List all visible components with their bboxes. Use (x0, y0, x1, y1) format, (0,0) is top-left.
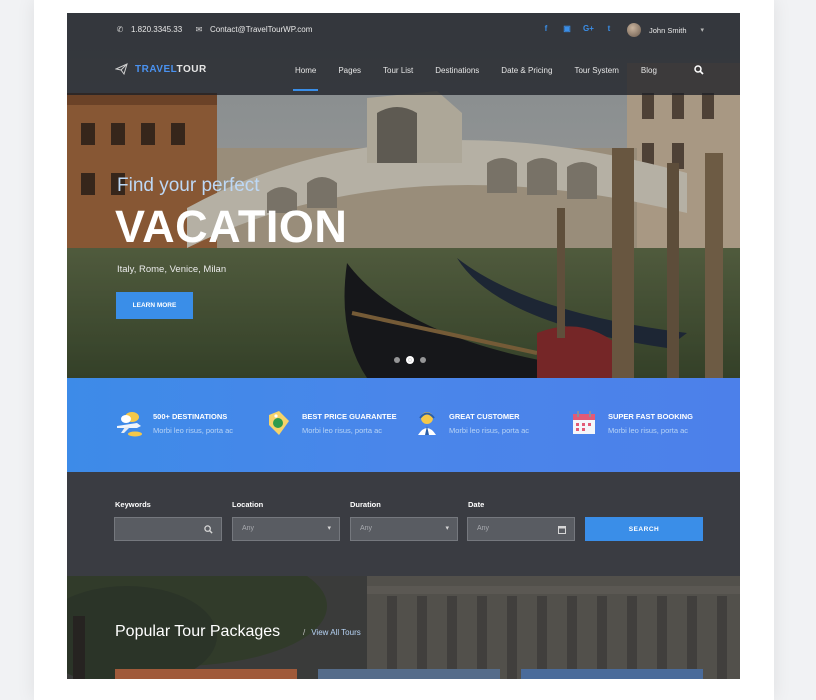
hero-tagline: Find your perfect (117, 175, 260, 196)
user-menu[interactable]: John Smith ▾ (627, 23, 704, 37)
view-all-tours-text[interactable]: View All Tours (311, 628, 361, 637)
hero-headline: VACATION (115, 201, 348, 252)
phone-icon: ✆ (116, 25, 124, 34)
feature-title: BEST PRICE GUARANTEE (302, 412, 397, 421)
calendar-icon (573, 411, 595, 434)
nav-item-tour-system[interactable]: Tour System (574, 66, 618, 75)
slide-dot[interactable] (420, 357, 426, 363)
hero-subtitle: Italy, Rome, Venice, Milan (117, 264, 227, 275)
phone-number: 1.820.3345.33 (131, 25, 183, 34)
feature-title: 500+ DESTINATIONS (153, 412, 228, 421)
nav-item-blog[interactable]: Blog (641, 66, 657, 75)
twitter-icon[interactable]: t (604, 24, 614, 33)
phone-info: ✆ 1.820.3345.33 (115, 25, 183, 34)
slider-pagination (394, 356, 426, 364)
date-label: Date (468, 500, 485, 509)
date-placeholder: Any (477, 525, 490, 532)
nav-item-tour-list[interactable]: Tour List (383, 66, 413, 75)
duration-value: Any (360, 525, 373, 532)
tour-search-form: Keywords Location Any ▾ Duration Any ▾ D… (67, 472, 740, 576)
slide-dot-active[interactable] (406, 356, 414, 364)
feature-subtitle: Morbi leo risus, porta ac (302, 426, 383, 435)
header: ✆ 1.820.3345.33 ✉ Contact@TravelTourWP.c… (67, 13, 740, 95)
nav-item-home[interactable]: Home (292, 66, 319, 91)
search-icon[interactable] (694, 65, 704, 75)
popular-tours-section: Popular Tour Packages / View All Tours (67, 576, 740, 679)
date-input[interactable]: Any (467, 517, 575, 541)
facebook-icon[interactable]: f (541, 24, 551, 33)
location-label: Location (232, 500, 264, 509)
paper-plane-icon (115, 63, 128, 75)
customer-support-icon (418, 412, 436, 435)
feature-subtitle: Morbi leo risus, porta ac (153, 426, 234, 435)
feature-subtitle: Morbi leo risus, porta ac (608, 426, 689, 435)
search-icon (204, 525, 213, 534)
user-name[interactable]: John Smith (649, 26, 687, 35)
email-info[interactable]: ✉ Contact@TravelTourWP.com (194, 25, 313, 34)
keywords-input[interactable] (114, 517, 222, 541)
location-select[interactable]: Any ▾ (232, 517, 340, 541)
hero-slider: ✆ 1.820.3345.33 ✉ Contact@TravelTourWP.c… (67, 13, 740, 378)
learn-more-button[interactable]: LEARN MORE (116, 292, 193, 319)
avatar (627, 23, 641, 37)
envelope-icon: ✉ (195, 25, 203, 34)
airplane-clouds-icon (117, 412, 142, 437)
nav-item-pages[interactable]: Pages (338, 66, 361, 75)
logo-text-travel: TRAVEL (135, 63, 177, 75)
feature-subtitle: Morbi leo risus, porta ac (449, 426, 530, 435)
search-button[interactable]: SEARCH (585, 517, 703, 541)
feature-title: GREAT CUSTOMER (449, 412, 520, 421)
flickr-icon[interactable]: ▣ (562, 24, 572, 33)
feature-title: SUPER FAST BOOKING (608, 412, 694, 421)
slide-dot[interactable] (394, 357, 400, 363)
website: ✆ 1.820.3345.33 ✉ Contact@TravelTourWP.c… (67, 13, 740, 679)
google-plus-icon[interactable]: G+ (583, 24, 594, 33)
main-nav: Home Pages Tour List Destinations Date &… (292, 66, 679, 91)
tour-card[interactable] (521, 669, 703, 679)
section-title: Popular Tour Packages (115, 623, 281, 640)
chevron-down-icon: ▾ (327, 525, 331, 532)
site-logo[interactable]: TRAVELTOUR (115, 63, 207, 75)
features-bar: 500+ DESTINATIONS Morbi leo risus, porta… (67, 378, 740, 472)
logo-text-tour: TOUR (176, 63, 207, 75)
location-value: Any (242, 525, 255, 532)
duration-select[interactable]: Any ▾ (350, 517, 458, 541)
duration-label: Duration (350, 500, 381, 509)
social-links: f ▣ G+ t (541, 24, 614, 33)
view-all-tours-link[interactable]: / View All Tours (303, 628, 361, 637)
keywords-label: Keywords (115, 500, 151, 509)
nav-item-destinations[interactable]: Destinations (435, 66, 479, 75)
email-address[interactable]: Contact@TravelTourWP.com (210, 25, 312, 34)
tour-card[interactable] (318, 669, 500, 679)
tour-card[interactable] (115, 669, 297, 679)
chevron-down-icon: ▾ (445, 525, 449, 532)
chevron-down-icon[interactable]: ▾ (701, 26, 705, 34)
nav-item-date-pricing[interactable]: Date & Pricing (501, 66, 552, 75)
price-tag-icon (269, 411, 289, 435)
calendar-icon (558, 526, 566, 534)
